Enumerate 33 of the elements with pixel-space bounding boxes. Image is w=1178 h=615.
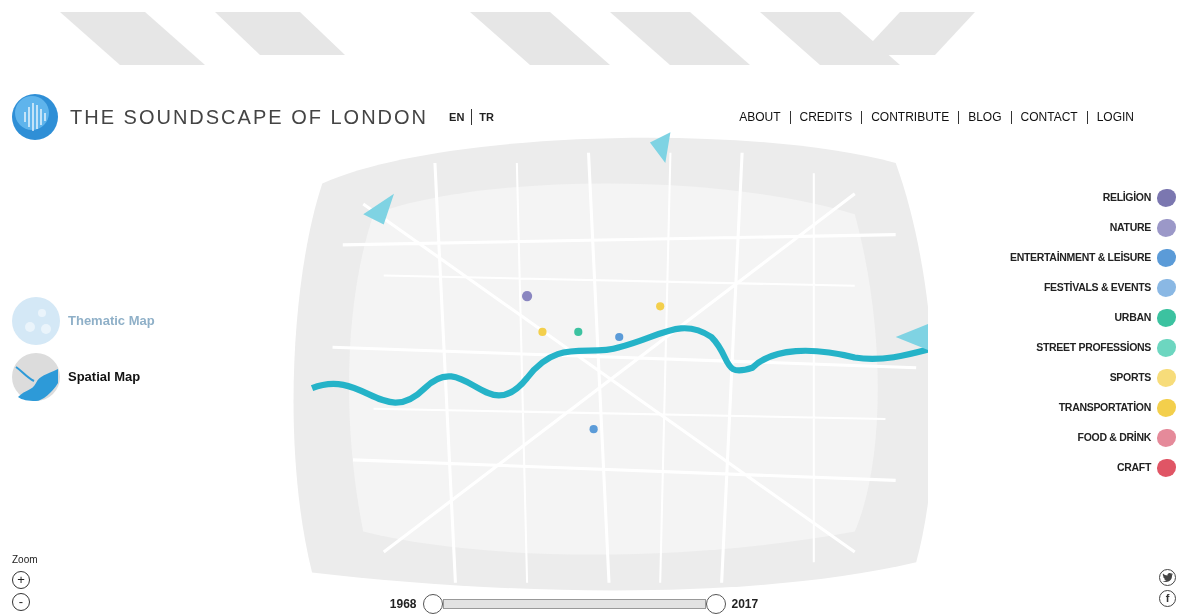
social-button[interactable]: [1159, 569, 1176, 586]
legend-item[interactable]: STREET PROFESSİONS: [1036, 333, 1176, 363]
zoom-label: Zoom: [12, 553, 38, 567]
legend-item[interactable]: RELİGİON: [1102, 183, 1176, 213]
nav-link[interactable]: ABOUT: [730, 110, 790, 124]
slider-handle[interactable]: [422, 594, 443, 614]
legend-item[interactable]: FESTİVALS & EVENTS: [1044, 273, 1176, 303]
logo-icon: [12, 94, 58, 140]
legend-item[interactable]: CRAFT: [1116, 453, 1176, 483]
zoom-out-button[interactable]: -: [12, 593, 30, 611]
dots-circle-icon: [12, 297, 60, 345]
site-title: THE SOUNDSCAPE OF LONDON: [70, 105, 429, 129]
social-link[interactable]: f: [1159, 590, 1176, 607]
legend-item[interactable]: SPORTS: [1109, 363, 1176, 393]
zoom-in-button[interactable]: +: [12, 571, 30, 589]
bird-icon: [1162, 573, 1173, 582]
map-circle-icon: [12, 353, 60, 401]
nav-link[interactable]: LOGIN: [1086, 110, 1143, 124]
nav-link[interactable]: CONTACT: [1010, 110, 1087, 124]
map-mode-button[interactable]: Spatial Map: [12, 353, 250, 401]
nav-link[interactable]: CREDITS: [789, 110, 862, 124]
legend-item[interactable]: ENTERTAİNMENT & LEİSURE: [1009, 243, 1176, 273]
legend-item[interactable]: FOOD & DRİNK: [1077, 423, 1176, 453]
end-year: 2017: [731, 596, 759, 613]
language-link[interactable]: TR: [471, 108, 501, 126]
nav-link[interactable]: BLOG: [958, 110, 1011, 124]
nav-link[interactable]: CONTRIBUTE: [861, 110, 959, 124]
legend-item[interactable]: TRANSPORTATİON: [1058, 393, 1176, 423]
legend-item[interactable]: URBAN: [1114, 303, 1176, 333]
language-link[interactable]: EN: [442, 108, 472, 126]
start-year: 1968: [389, 596, 417, 613]
slider-handle[interactable]: [705, 594, 726, 614]
legend-item[interactable]: NATURE: [1109, 213, 1176, 243]
